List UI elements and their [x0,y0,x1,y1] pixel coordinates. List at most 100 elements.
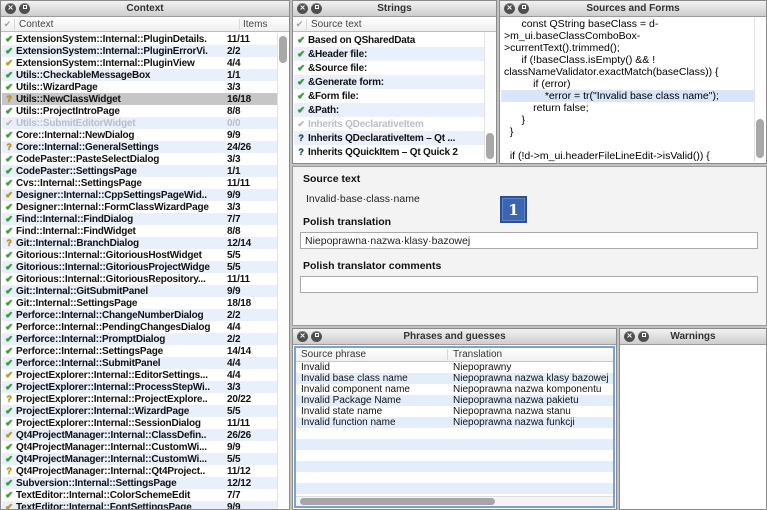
string-row[interactable]: ✔&Source file: [294,61,484,75]
float-icon[interactable] [311,331,322,342]
context-row[interactable]: ✔ProjectExplorer::Internal::ProcessStepW… [2,381,277,393]
source-code-view[interactable]: const QString baseClass = d->m_ui.baseCl… [501,18,754,163]
context-row[interactable]: ✔Perforce::Internal::SubmitPanel4/4 [2,357,277,369]
context-row[interactable]: ✔ExtensionSystem::Internal::PluginDetail… [2,33,277,45]
context-row[interactable]: ✔Perforce::Internal::PromptDialog2/2 [2,333,277,345]
context-row[interactable]: ?Core::Internal::GeneralSettings24/26 [2,141,277,153]
checkmark-icon: ✔ [2,442,16,453]
string-row[interactable]: ✔&Form file: [294,89,484,103]
context-row[interactable]: ✔Perforce::Internal::PendingChangesDialo… [2,321,277,333]
context-row[interactable]: ✔Cvs::Internal::SettingsPage11/11 [2,177,277,189]
context-row[interactable]: ✔Utils::ProjectIntroPage8/8 [2,105,277,117]
scrollbar-thumb[interactable] [300,498,495,505]
context-name: Perforce::Internal::SettingsPage [16,346,227,357]
context-row[interactable]: ✔Perforce::Internal::ChangeNumberDialog2… [2,309,277,321]
context-row[interactable]: ✔CodePaster::SettingsPage1/1 [2,165,277,177]
context-row[interactable]: ✔Qt4ProjectManager::Internal::CustomWi..… [2,441,277,453]
translation-input[interactable] [300,232,758,249]
context-name: ProjectExplorer::Internal::WizardPage [16,406,227,417]
string-row[interactable]: ?Inherits QDeclarativeItem – Qt ... [294,131,484,145]
code-line: >currentText().trimmed(); [501,42,754,54]
source-phrase-cell: Invalid Package Name [296,395,448,406]
checkmark-icon: ✔ [2,178,16,189]
close-icon[interactable]: ✕ [504,3,515,14]
float-icon[interactable] [638,331,649,342]
context-row[interactable]: ✔Core::Internal::NewDialog9/9 [2,129,277,141]
context-row[interactable]: ?ProjectExplorer::Internal::ProjectExplo… [2,393,277,405]
context-row[interactable]: ✔Gitorious::Internal::GitoriousHostWidge… [2,249,277,261]
items-count: 18/18 [227,298,277,309]
phrases-horizontal-scrollbar[interactable] [296,496,613,506]
items-count: 1/1 [227,166,277,177]
phrase-row[interactable]: InvalidNiepoprawny [296,362,613,373]
items-count: 3/3 [227,82,277,93]
translation-cell: Niepoprawny [448,362,613,373]
context-row[interactable]: ✔ExtensionSystem::Internal::PluginErrorV… [2,45,277,57]
context-row[interactable]: ✔Git::Internal::SettingsPage18/18 [2,297,277,309]
context-row[interactable]: ✔ProjectExplorer::Internal::SessionDialo… [2,417,277,429]
context-row[interactable]: ✔Find::Internal::FindDialog7/7 [2,213,277,225]
items-count: 4/4 [227,358,277,369]
float-icon[interactable] [311,3,322,14]
context-name: ExtensionSystem::Internal::PluginDetails… [16,34,227,45]
context-name: Cvs::Internal::SettingsPage [16,178,227,189]
close-icon[interactable]: ✕ [5,3,16,14]
context-column-header[interactable]: ✔ Context Items [1,17,289,32]
context-row[interactable]: ✔Gitorious::Internal::GitoriousProjectWi… [2,261,277,273]
question-mark-icon: ? [2,394,16,404]
context-row[interactable]: ✔Utils::CheckableMessageBox1/1 [2,69,277,81]
phrase-row[interactable]: Invalid component nameNiepoprawna nazwa … [296,384,613,395]
context-row[interactable]: ✔CodePaster::PasteSelectDialog3/3 [2,153,277,165]
close-icon[interactable]: ✕ [624,331,635,342]
close-icon[interactable]: ✕ [297,3,308,14]
string-row[interactable]: ✔Inherits QDeclarativeItem [294,117,484,131]
phrase-row[interactable]: Invalid base class nameNiepoprawna nazwa… [296,373,613,384]
context-name: ProjectExplorer::Internal::ProcessStepWi… [16,382,227,393]
context-row[interactable]: ✔Gitorious::Internal::GitoriousRepositor… [2,273,277,285]
phrase-row[interactable]: Invalid state nameNiepoprawna nazwa stan… [296,406,613,417]
context-row[interactable]: ✔Designer::Internal::FormClassWizardPage… [2,201,277,213]
context-row[interactable]: ✔Subversion::Internal::SettingsPage12/12 [2,477,277,489]
context-row[interactable]: ✔Qt4ProjectManager::Internal::CustomWi..… [2,453,277,465]
context-row[interactable]: ?Utils::NewClassWidget16/18 [2,93,277,105]
context-row[interactable]: ✔ProjectExplorer::Internal::WizardPage5/… [2,405,277,417]
context-row[interactable]: ✔Qt4ProjectManager::Internal::ClassDefin… [2,429,277,441]
context-row[interactable]: ?Qt4ProjectManager::Internal::Qt4Project… [2,465,277,477]
context-row[interactable]: ✔Utils::SubmitEditorWidget0/0 [2,117,277,129]
context-row[interactable]: ✔Designer::Internal::CppSettingsPageWid.… [2,189,277,201]
checkmark-icon: ✔ [2,46,16,57]
scrollbar-thumb[interactable] [756,119,764,158]
float-icon[interactable] [19,3,30,14]
context-scrollbar[interactable] [277,33,288,508]
context-row[interactable]: ✔ExtensionSystem::Internal::PluginView4/… [2,57,277,69]
items-count: 20/22 [227,394,277,405]
translator-comments-input[interactable] [300,276,758,293]
items-count: 11/11 [227,274,277,285]
string-row[interactable]: ?Inherits QQuickItem – Qt Quick 2 [294,145,484,159]
phrases-column-header[interactable]: Source phrase Translation [296,348,613,362]
string-row[interactable]: ✔&Header file: [294,47,484,61]
context-row[interactable]: ✔Find::Internal::FindWidget8/8 [2,225,277,237]
context-row[interactable]: ?Git::Internal::BranchDialog12/14 [2,237,277,249]
string-row[interactable]: ✔&Path: [294,103,484,117]
phrase-row[interactable]: Invalid Package NameNiepoprawna nazwa pa… [296,395,613,406]
context-row[interactable]: ✔TextEditor::Internal::ColorSchemeEdit7/… [2,489,277,501]
question-mark-icon: ? [294,133,308,143]
scrollbar-thumb[interactable] [486,133,494,159]
string-row[interactable]: ✔Based on QSharedData [294,33,484,47]
context-row[interactable]: ✔ProjectExplorer::Internal::EditorSettin… [2,369,277,381]
string-row[interactable]: ✔&Generate form: [294,75,484,89]
float-icon[interactable] [518,3,529,14]
scrollbar-thumb[interactable] [279,36,287,63]
context-name: CodePaster::SettingsPage [16,166,227,177]
strings-scrollbar[interactable] [484,33,495,162]
strings-column-header[interactable]: ✔ Source text [293,17,496,32]
context-row[interactable]: ✔Git::Internal::GitSubmitPanel9/9 [2,285,277,297]
context-row[interactable]: ✔Utils::WizardPage3/3 [2,81,277,93]
close-icon[interactable]: ✕ [297,331,308,342]
phrase-row[interactable]: Invalid function nameNiepoprawna nazwa f… [296,417,613,428]
context-row[interactable]: ✔TextEditor::Internal::FontSettingsPage9… [2,501,277,509]
checkmark-icon: ✔ [2,382,16,393]
sources-scrollbar[interactable] [754,18,765,162]
context-row[interactable]: ✔Perforce::Internal::SettingsPage14/14 [2,345,277,357]
